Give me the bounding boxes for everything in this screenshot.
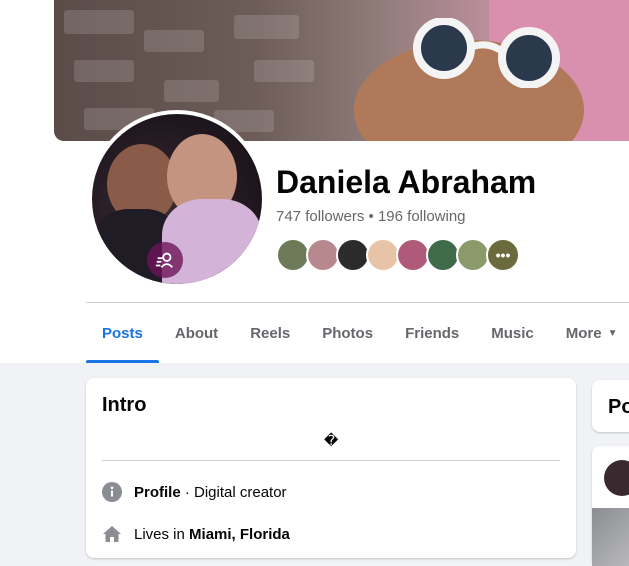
- tab-reels[interactable]: Reels: [234, 303, 306, 363]
- tab-friends[interactable]: Friends: [389, 303, 475, 363]
- tab-posts[interactable]: Posts: [86, 303, 159, 363]
- friend-avatars: •••: [276, 238, 520, 272]
- follower-counts[interactable]: 747 followers • 196 following: [276, 208, 466, 225]
- tab-music[interactable]: Music: [475, 303, 550, 363]
- location-link[interactable]: Miami, Florida: [189, 526, 290, 543]
- posts-card: Po: [592, 380, 629, 432]
- tab-more[interactable]: More ▼: [550, 303, 629, 363]
- intro-divider: [102, 460, 560, 461]
- post-preview-card: [592, 446, 629, 566]
- profile-name: Daniela Abraham: [276, 164, 537, 200]
- friend-avatar[interactable]: [396, 238, 430, 272]
- bio-placeholder-glyph: �: [324, 432, 339, 448]
- friend-avatar[interactable]: [276, 238, 310, 272]
- info-icon: [102, 482, 122, 502]
- friend-avatar[interactable]: [306, 238, 340, 272]
- post-author-avatar[interactable]: [604, 460, 629, 496]
- more-friends-button[interactable]: •••: [486, 238, 520, 272]
- digital-creator-badge-icon: [147, 242, 183, 278]
- intro-row-location: Lives in Miami, Florida: [102, 524, 290, 544]
- caret-down-icon: ▼: [607, 327, 618, 339]
- friend-avatar[interactable]: [456, 238, 490, 272]
- profile-picture[interactable]: [88, 110, 266, 288]
- home-icon: [102, 524, 122, 544]
- post-image[interactable]: [592, 508, 629, 566]
- intro-row-profile: Profile · Digital creator: [102, 482, 287, 502]
- posts-card-title: Po: [608, 396, 629, 418]
- intro-card: Intro � Profile · Digital creator Lives …: [86, 378, 576, 558]
- profile-tabs: Posts About Reels Photos Friends Music M…: [86, 303, 629, 363]
- tab-photos[interactable]: Photos: [306, 303, 389, 363]
- friend-avatar[interactable]: [426, 238, 460, 272]
- friend-avatar[interactable]: [366, 238, 400, 272]
- friend-avatar[interactable]: [336, 238, 370, 272]
- sunglasses-image: [413, 18, 560, 88]
- intro-title: Intro: [102, 394, 147, 416]
- profile-header: Daniela Abraham 747 followers • 196 foll…: [0, 0, 629, 363]
- tab-about[interactable]: About: [159, 303, 234, 363]
